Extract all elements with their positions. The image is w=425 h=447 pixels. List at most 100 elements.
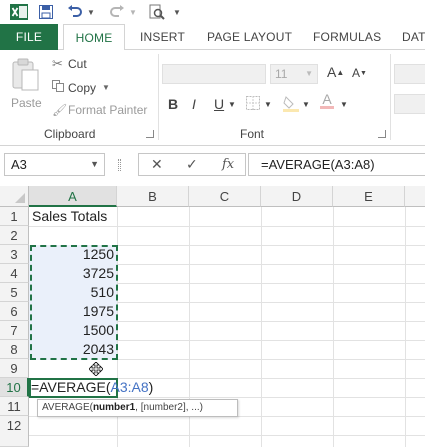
redo-icon[interactable] [108,3,126,21]
tab-data[interactable]: DAT [402,24,425,50]
formula-input[interactable]: =AVERAGE(A3:A8) [248,153,425,176]
fill-color-dropdown-icon[interactable]: ▼ [302,100,310,109]
formula-function-text: =AVERAGE( [31,379,111,395]
font-color-button[interactable]: A [320,92,334,109]
name-box[interactable]: A3 ▼ [4,153,105,176]
borders-dropdown-icon[interactable]: ▼ [264,100,272,109]
column-header-d[interactable]: D [261,186,333,207]
ribbon-separator [158,54,159,140]
column-header-c[interactable]: C [189,186,261,207]
grow-font-button[interactable]: A ▲ [327,64,344,80]
name-box-dropdown-icon[interactable]: ▼ [90,154,99,175]
shrink-font-icon: A [352,66,361,80]
borders-icon [246,96,260,110]
align-box-lower [394,94,425,114]
column-header-e[interactable]: E [333,186,405,207]
underline-dropdown-icon[interactable]: ▼ [228,100,236,109]
underline-button[interactable]: U [214,96,224,112]
tab-home[interactable]: HOME [63,24,125,51]
gridline [333,207,334,447]
row-header-7[interactable]: 7 [0,321,29,340]
gridline [29,226,425,227]
italic-button[interactable]: I [192,96,196,112]
formula-range-reference: A3:A8 [110,379,149,395]
customize-toolbar-icon[interactable]: ▼ [172,3,182,21]
gridline [261,207,262,447]
enter-icon[interactable]: ✓ [186,154,198,175]
formula-buttons: ✕ ✓ fx [138,153,246,176]
tooltip-current-arg: number1 [92,402,136,413]
paste-button[interactable]: Paste [4,56,48,118]
scissors-icon: ✂ [52,56,63,71]
paste-label: Paste [11,96,42,110]
tooltip-function-name: AVERAGE( [42,402,93,413]
cut-button[interactable]: ✂ Cut [52,56,87,72]
row-header-9[interactable]: 9 [0,359,29,378]
ribbon-home: Paste ✂ Cut Copy ▼ 🖌 Format Painter Clip… [0,50,425,146]
quick-access-toolbar: ▼ ▼ ▼ [0,0,425,24]
font-color-dropdown-icon[interactable]: ▼ [340,100,348,109]
formula-bar: A3 ▼ ✕ ✓ fx =AVERAGE(A3:A8) [0,150,425,180]
select-all-corner[interactable] [0,186,29,207]
tab-page-layout[interactable]: PAGE LAYOUT [207,24,292,50]
grow-font-icon: A [327,64,337,80]
worksheet-grid: A B C D E 1 2 3 4 5 6 7 8 9 10 11 12 Sal… [0,186,425,447]
bold-button[interactable]: B [168,96,178,112]
save-icon[interactable] [38,3,54,21]
font-size-dropdown-icon[interactable]: ▼ [305,69,313,78]
fill-color-button[interactable] [283,94,299,112]
redo-dropdown-icon[interactable]: ▼ [128,3,138,21]
undo-icon[interactable] [66,3,84,21]
cell-a10-formula[interactable]: =AVERAGE(A3:A8) [31,378,153,397]
cancel-icon[interactable]: ✕ [151,154,163,175]
row-header-12[interactable]: 12 [0,416,29,447]
font-color-swatch [320,106,334,109]
row-header-4[interactable]: 4 [0,264,29,283]
format-painter-label: Format Painter [68,103,148,117]
copy-label: Copy [68,80,97,95]
tooltip-remaining-args: , [number2], ...) [135,402,203,413]
tab-formulas[interactable]: FORMULAS [313,24,381,50]
insert-function-icon[interactable]: fx [222,154,234,175]
font-launcher-icon[interactable] [378,130,386,138]
font-size-box[interactable]: 11 ▼ [270,64,318,84]
function-tooltip[interactable]: AVERAGE(number1, [number2], ...) [37,399,238,417]
row-header-5[interactable]: 5 [0,283,29,302]
copy-dropdown-icon[interactable]: ▼ [102,83,110,92]
align-box [394,64,425,84]
row-header-3[interactable]: 3 [0,245,29,264]
tab-insert[interactable]: INSERT [140,24,185,50]
formula-close-paren: ) [148,379,154,395]
gridline [405,207,406,447]
row-header-10[interactable]: 10 [0,378,29,397]
column-header-b[interactable]: B [117,186,189,207]
row-header-1[interactable]: 1 [0,207,29,226]
undo-dropdown-icon[interactable]: ▼ [86,3,96,21]
column-header-f[interactable] [405,186,425,207]
font-name-box[interactable] [162,64,266,84]
cut-label: Cut [68,57,87,71]
tab-file[interactable]: FILE [0,24,58,50]
format-painter-button[interactable]: 🖌 Format Painter [52,103,147,117]
row-header-6[interactable]: 6 [0,302,29,321]
column-header-a[interactable]: A [29,186,117,207]
clipboard-launcher-icon[interactable] [146,130,154,138]
paintbrush-icon: 🖌 [52,103,68,117]
shrink-font-button[interactable]: A ▼ [352,66,367,80]
row-header-11[interactable]: 11 [0,397,29,416]
font-group-label: Font [240,127,265,141]
borders-button[interactable] [246,96,260,110]
font-size-value: 11 [275,67,288,81]
cell-a1[interactable]: Sales Totals [32,207,107,226]
paste-icon [12,58,39,91]
gridline [29,435,425,436]
copy-icon [52,80,66,95]
formula-bar-grip-icon[interactable] [118,159,121,171]
row-header-2[interactable]: 2 [0,226,29,245]
copy-marquee [30,245,118,360]
row-header-8[interactable]: 8 [0,340,29,359]
font-color-icon: A [322,91,332,107]
ribbon-tabs: FILE HOME INSERT PAGE LAYOUT FORMULAS DA… [0,24,425,51]
copy-button[interactable]: Copy ▼ [52,80,110,95]
print-preview-icon[interactable] [148,3,166,21]
